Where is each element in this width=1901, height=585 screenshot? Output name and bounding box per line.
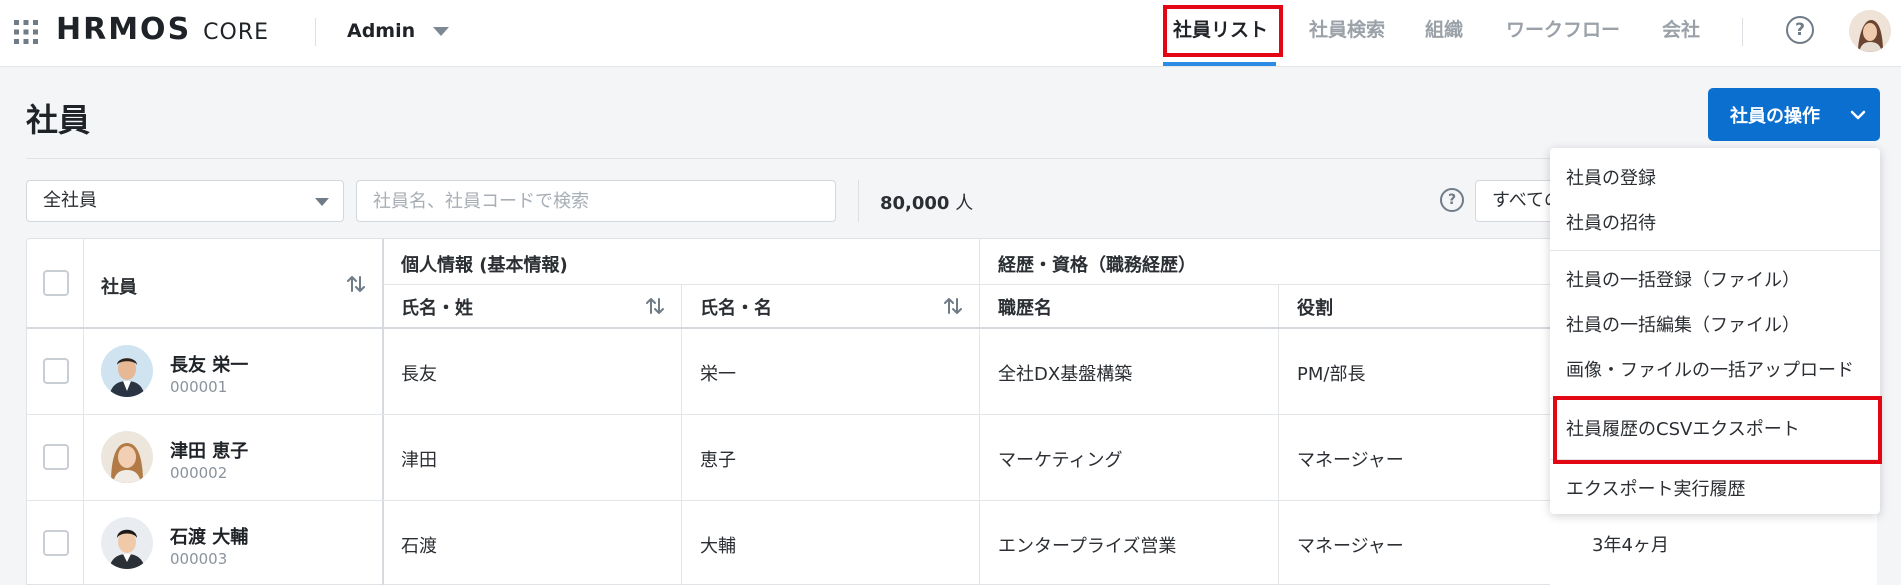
employee-avatar-image	[101, 345, 153, 397]
employee-actions-label: 社員の操作	[1730, 105, 1820, 127]
divider	[858, 180, 859, 222]
employee-avatar	[101, 431, 153, 483]
cell-last-name: 石渡	[401, 536, 437, 557]
chevron-down-icon	[433, 26, 450, 36]
user-avatar[interactable]	[1849, 10, 1891, 52]
chevron-down-icon	[1850, 110, 1866, 119]
menu-divider	[1550, 459, 1880, 460]
menu-item-csv-export[interactable]: 社員履歴のCSVエクスポート	[1566, 415, 1800, 441]
column-divider	[681, 284, 682, 585]
top-bar: HRMOS CORE Admin 社員リスト 社員検索 組織 ワークフロー 会社…	[0, 0, 1901, 67]
nav-workflow[interactable]: ワークフロー	[1506, 0, 1620, 67]
cell-first-name: 大輔	[700, 536, 736, 557]
column-header-job-title[interactable]: 職歴名	[998, 294, 1052, 320]
column-divider	[979, 239, 980, 585]
nav-employee-list[interactable]: 社員リスト	[1173, 0, 1268, 67]
group-header-personal: 個人情報 (基本情報)	[401, 255, 568, 276]
employee-actions-button[interactable]: 社員の操作	[1708, 88, 1880, 141]
employee-count-unit: 人	[949, 193, 974, 214]
nav-company[interactable]: 会社	[1662, 0, 1700, 67]
employee-count: 80,000 人	[880, 189, 973, 215]
sort-icon[interactable]	[942, 295, 964, 317]
employee-code: 000003	[170, 550, 228, 568]
cell-role: マネージャー	[1297, 450, 1404, 471]
column-divider	[382, 239, 384, 585]
account-switcher[interactable]: Admin	[347, 16, 450, 46]
brand-logo[interactable]: HRMOS CORE	[56, 10, 269, 50]
divider	[1742, 18, 1743, 46]
help-icon[interactable]: ?	[1786, 16, 1814, 44]
cell-job-title: 全社DX基盤構築	[998, 364, 1133, 385]
column-divider	[1278, 284, 1279, 585]
nav-employee-search[interactable]: 社員検索	[1309, 0, 1385, 67]
column-header-employee[interactable]: 社員	[101, 273, 137, 299]
nav-organization[interactable]: 組織	[1425, 0, 1463, 67]
divider	[315, 18, 316, 46]
row-checkbox[interactable]	[43, 358, 69, 384]
employee-avatar	[101, 517, 153, 569]
page-title: 社員	[26, 101, 91, 139]
employee-code: 000002	[170, 464, 228, 482]
menu-divider	[1550, 398, 1880, 399]
employee-actions-menu: 社員の登録 社員の招待 社員の一括登録（ファイル） 社員の一括編集（ファイル） …	[1550, 148, 1880, 514]
employee-code: 000001	[170, 378, 228, 396]
user-avatar-image	[1849, 10, 1891, 52]
employee-count-number: 80,000	[880, 193, 950, 214]
logo-word: HRMOS	[56, 12, 192, 47]
menu-item-bulk-edit[interactable]: 社員の一括編集（ファイル）	[1566, 311, 1800, 337]
employee-scope-value: 全社員	[43, 190, 97, 211]
select-all-checkbox[interactable]	[43, 270, 69, 296]
cell-first-name: 恵子	[700, 450, 736, 471]
employee-avatar-image	[101, 517, 153, 569]
cell-first-name: 栄一	[700, 364, 736, 385]
sort-icon[interactable]	[345, 273, 367, 295]
menu-item-register[interactable]: 社員の登録	[1566, 164, 1656, 190]
employee-name[interactable]: 津田 恵子	[170, 437, 248, 463]
help-icon[interactable]: ?	[1440, 188, 1464, 212]
employee-name[interactable]: 長友 栄一	[170, 351, 248, 377]
menu-item-invite[interactable]: 社員の招待	[1566, 209, 1656, 235]
cell-tenure: 3年4ヶ月	[1592, 535, 1669, 556]
cell-role: マネージャー	[1297, 536, 1404, 557]
employee-name[interactable]: 石渡 大輔	[170, 523, 248, 549]
column-header-role[interactable]: 役割	[1297, 294, 1333, 320]
logo-product: CORE	[203, 20, 270, 45]
row-checkbox[interactable]	[43, 444, 69, 470]
employee-scope-select[interactable]: 全社員	[26, 180, 344, 222]
column-header-first-name[interactable]: 氏名・名	[700, 294, 772, 320]
caret-down-icon	[315, 198, 329, 206]
menu-item-export-history[interactable]: エクスポート実行履歴	[1566, 475, 1745, 501]
employee-avatar-image	[101, 431, 153, 483]
cell-last-name: 津田	[401, 450, 437, 471]
menu-item-bulk-upload[interactable]: 画像・ファイルの一括アップロード	[1566, 356, 1854, 382]
cell-role: PM/部長	[1297, 364, 1366, 385]
sort-icon[interactable]	[644, 295, 666, 317]
column-divider	[83, 239, 84, 585]
employee-avatar	[101, 345, 153, 397]
menu-item-bulk-register[interactable]: 社員の一括登録（ファイル）	[1566, 266, 1800, 292]
app-launcher-icon[interactable]	[13, 19, 39, 45]
column-header-last-name[interactable]: 氏名・姓	[401, 294, 473, 320]
cell-last-name: 長友	[401, 364, 437, 385]
row-checkbox[interactable]	[43, 530, 69, 556]
cell-job-title: マーケティング	[998, 450, 1123, 471]
group-header-career: 経歴・資格（職務経歴）	[998, 255, 1196, 276]
active-tab-indicator	[1163, 62, 1276, 66]
search-input[interactable]	[356, 180, 836, 222]
cell-job-title: エンタープライズ営業	[998, 536, 1177, 557]
menu-divider	[1550, 250, 1880, 251]
account-label: Admin	[347, 20, 416, 42]
